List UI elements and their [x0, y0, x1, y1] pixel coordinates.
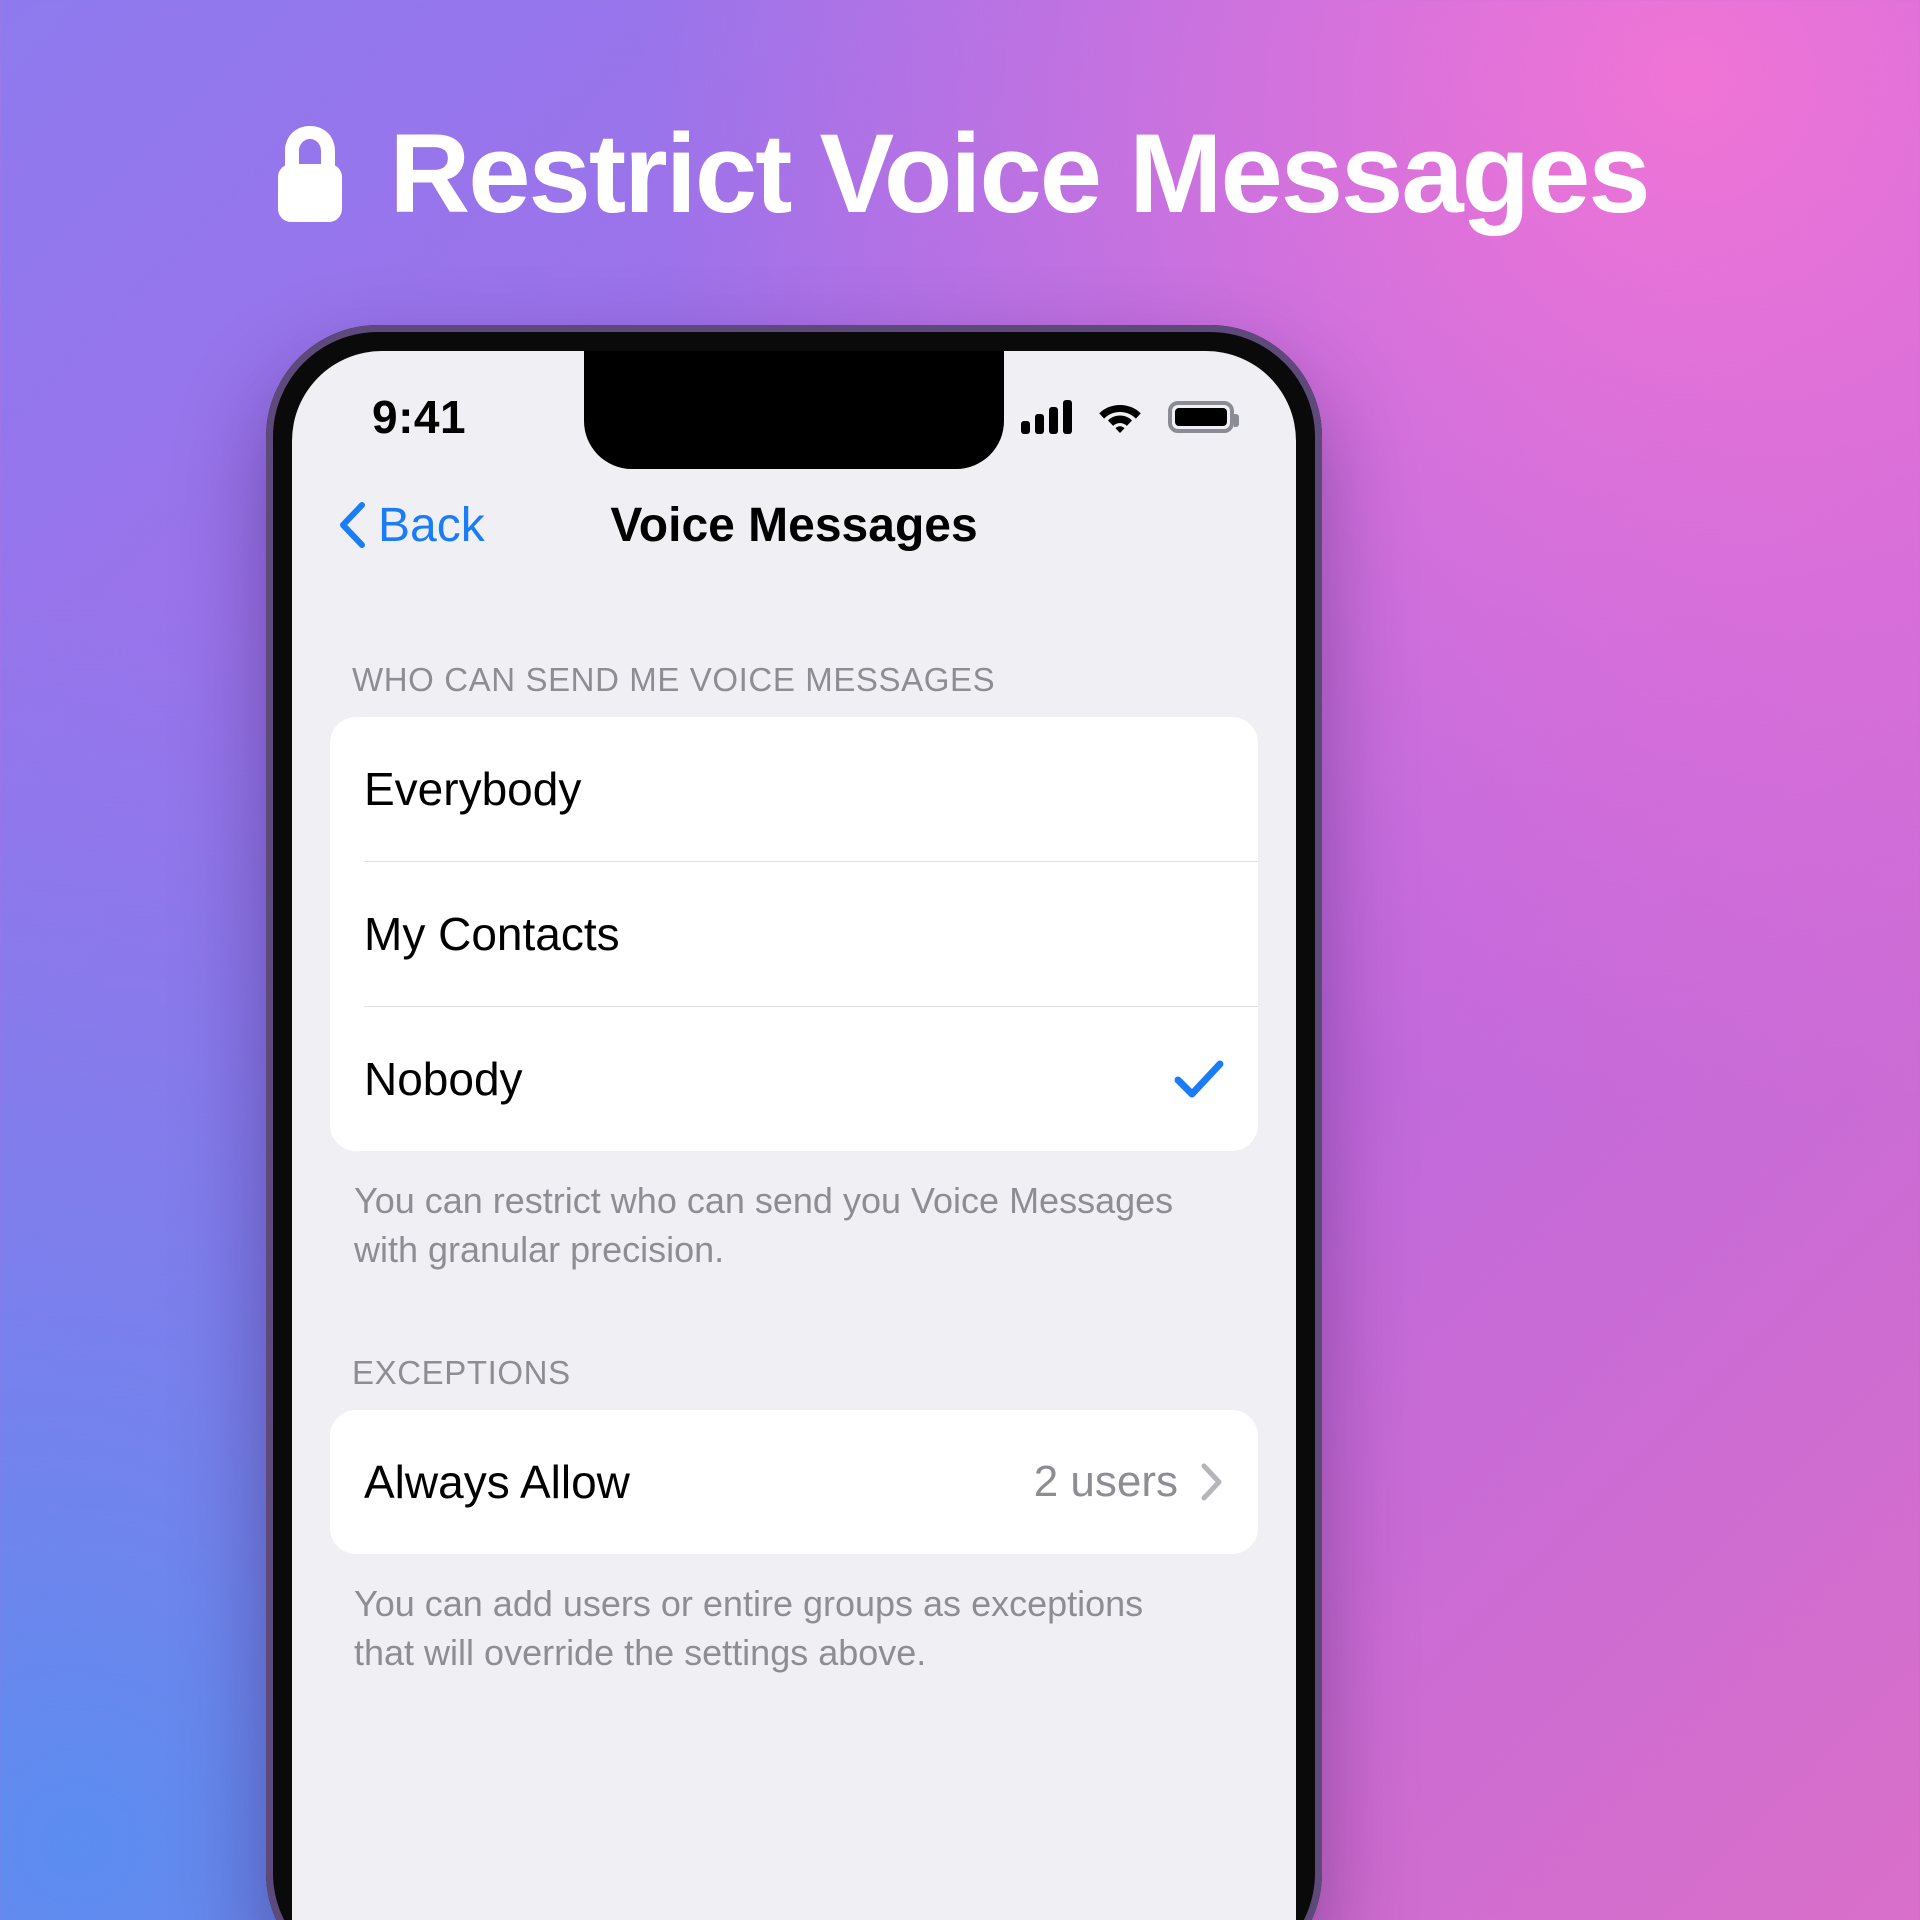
option-row-everybody[interactable]: Everybody — [330, 717, 1258, 861]
wifi-icon — [1099, 405, 1141, 433]
lock-icon — [278, 126, 343, 222]
section-footnote-exceptions: You can add users or entire groups as ex… — [354, 1583, 1144, 1673]
option-row-always-allow[interactable]: Always Allow 2 users — [330, 1410, 1258, 1554]
option-row-nobody[interactable]: Nobody — [330, 1007, 1258, 1151]
section-header-exceptions: EXCEPTIONS — [352, 1354, 571, 1392]
phone-screen: 9:41 Back Voice Messages WHO CAN SEND ME… — [292, 351, 1296, 1920]
status-time: 9:41 — [372, 391, 467, 443]
battery-full-icon — [1168, 401, 1239, 433]
option-label: Nobody — [364, 1053, 523, 1105]
page-title: Restrict Voice Messages — [389, 111, 1650, 236]
option-label: Everybody — [364, 763, 582, 815]
option-row-my-contacts[interactable]: My Contacts — [330, 862, 1258, 1006]
back-button[interactable]: Back — [338, 498, 485, 553]
exceptions-card: Always Allow 2 users — [330, 1410, 1258, 1555]
section-header-privacy: WHO CAN SEND ME VOICE MESSAGES — [352, 661, 996, 698]
privacy-options-card: Everybody My Contacts Nobody — [330, 717, 1258, 1151]
status-icons — [1021, 400, 1239, 434]
option-label: Always Allow — [364, 1456, 630, 1509]
nav-bar: Back Voice Messages — [292, 469, 1296, 581]
phone-frame: 9:41 Back Voice Messages WHO CAN SEND ME… — [266, 325, 1322, 1920]
settings-content: WHO CAN SEND ME VOICE MESSAGES Everybody… — [292, 581, 1296, 1920]
chevron-right-icon — [1201, 1463, 1222, 1501]
phone-notch — [584, 351, 1004, 469]
section-footnote-privacy: You can restrict who can send you Voice … — [354, 1180, 1174, 1270]
cellular-signal-icon — [1021, 400, 1072, 434]
always-allow-value: 2 users — [1033, 1457, 1178, 1507]
chevron-left-icon — [340, 502, 365, 548]
banner: Restrict Voice Messages — [0, 118, 1920, 230]
checkmark-icon — [1174, 1060, 1224, 1098]
back-button-label: Back — [378, 498, 485, 552]
option-label: My Contacts — [364, 908, 620, 960]
row-accessory: 2 users — [1034, 1457, 1224, 1507]
